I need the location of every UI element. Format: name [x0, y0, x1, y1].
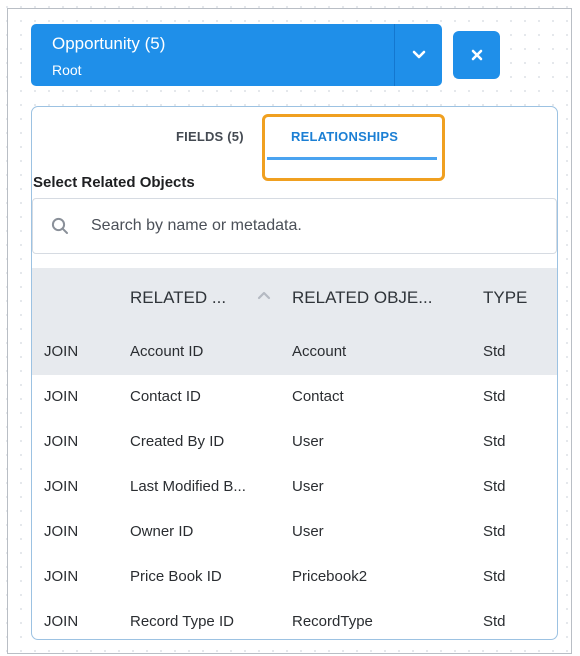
cell-join: JOIN — [44, 568, 79, 585]
object-name: Opportunity (5) — [52, 34, 166, 53]
search-input[interactable] — [91, 213, 531, 239]
table-row[interactable]: JOIN Price Book ID Pricebook2 Std — [32, 555, 557, 600]
cell-join: JOIN — [44, 613, 79, 630]
cell-related-field: Last Modified B... — [130, 478, 246, 495]
cell-join: JOIN — [44, 343, 79, 360]
table-row[interactable]: JOIN Last Modified B... User Std — [32, 465, 557, 510]
cell-type: Std — [483, 343, 506, 360]
sort-ascending-icon[interactable] — [257, 291, 271, 300]
cell-related-field: Account ID — [130, 343, 204, 360]
close-button[interactable] — [453, 31, 500, 79]
cell-type: Std — [483, 388, 506, 405]
cell-type: Std — [483, 613, 506, 630]
cell-related-object: Contact — [292, 388, 344, 405]
search-box[interactable] — [32, 198, 557, 254]
table-row[interactable]: JOIN Created By ID User Std — [32, 420, 557, 465]
cell-related-object: Account — [292, 343, 347, 360]
close-icon — [471, 49, 482, 61]
cell-join: JOIN — [44, 388, 79, 405]
section-title: Select Related Objects — [33, 174, 195, 191]
relationships-table: RELATED ... RELATED OBJE... TYPE JOIN Ac… — [32, 268, 557, 639]
object-dropdown-button[interactable] — [394, 24, 442, 86]
cell-related-object: User — [292, 433, 324, 450]
cell-join: JOIN — [44, 523, 79, 540]
cell-related-field: Record Type ID — [130, 613, 234, 630]
table-header: RELATED ... RELATED OBJE... TYPE — [32, 268, 557, 330]
cell-related-object: RecordType — [292, 613, 373, 630]
relationships-panel: FIELDS (5) RELATIONSHIPS Select Related … — [31, 106, 558, 640]
column-header-related-object[interactable]: RELATED OBJE... — [292, 288, 432, 308]
cell-related-object: User — [292, 523, 324, 540]
cell-related-field: Price Book ID — [130, 568, 222, 585]
cell-type: Std — [483, 433, 506, 450]
column-header-type[interactable]: TYPE — [483, 288, 527, 308]
object-subtitle: Root — [52, 62, 82, 78]
cell-type: Std — [483, 478, 506, 495]
table-row[interactable]: JOIN Account ID Account Std — [32, 330, 557, 375]
cell-related-object: User — [292, 478, 324, 495]
table-row[interactable]: JOIN Contact ID Contact Std — [32, 375, 557, 420]
cell-join: JOIN — [44, 433, 79, 450]
chevron-down-icon — [412, 50, 425, 59]
cell-type: Std — [483, 568, 506, 585]
table-row[interactable]: JOIN Record Type ID RecordType Std — [32, 600, 557, 639]
cell-related-object: Pricebook2 — [292, 568, 368, 585]
relationships-tab-highlight — [262, 114, 445, 181]
column-header-related-field[interactable]: RELATED ... — [130, 288, 226, 308]
search-icon — [51, 217, 68, 234]
object-selector[interactable]: Opportunity (5) Root — [31, 24, 442, 86]
cell-related-field: Created By ID — [130, 433, 225, 450]
tab-fields[interactable]: FIELDS (5) — [176, 129, 244, 144]
table-row[interactable]: JOIN Owner ID User Std — [32, 510, 557, 555]
cell-type: Std — [483, 523, 506, 540]
cell-join: JOIN — [44, 478, 79, 495]
cell-related-field: Owner ID — [130, 523, 194, 540]
cell-related-field: Contact ID — [130, 388, 201, 405]
